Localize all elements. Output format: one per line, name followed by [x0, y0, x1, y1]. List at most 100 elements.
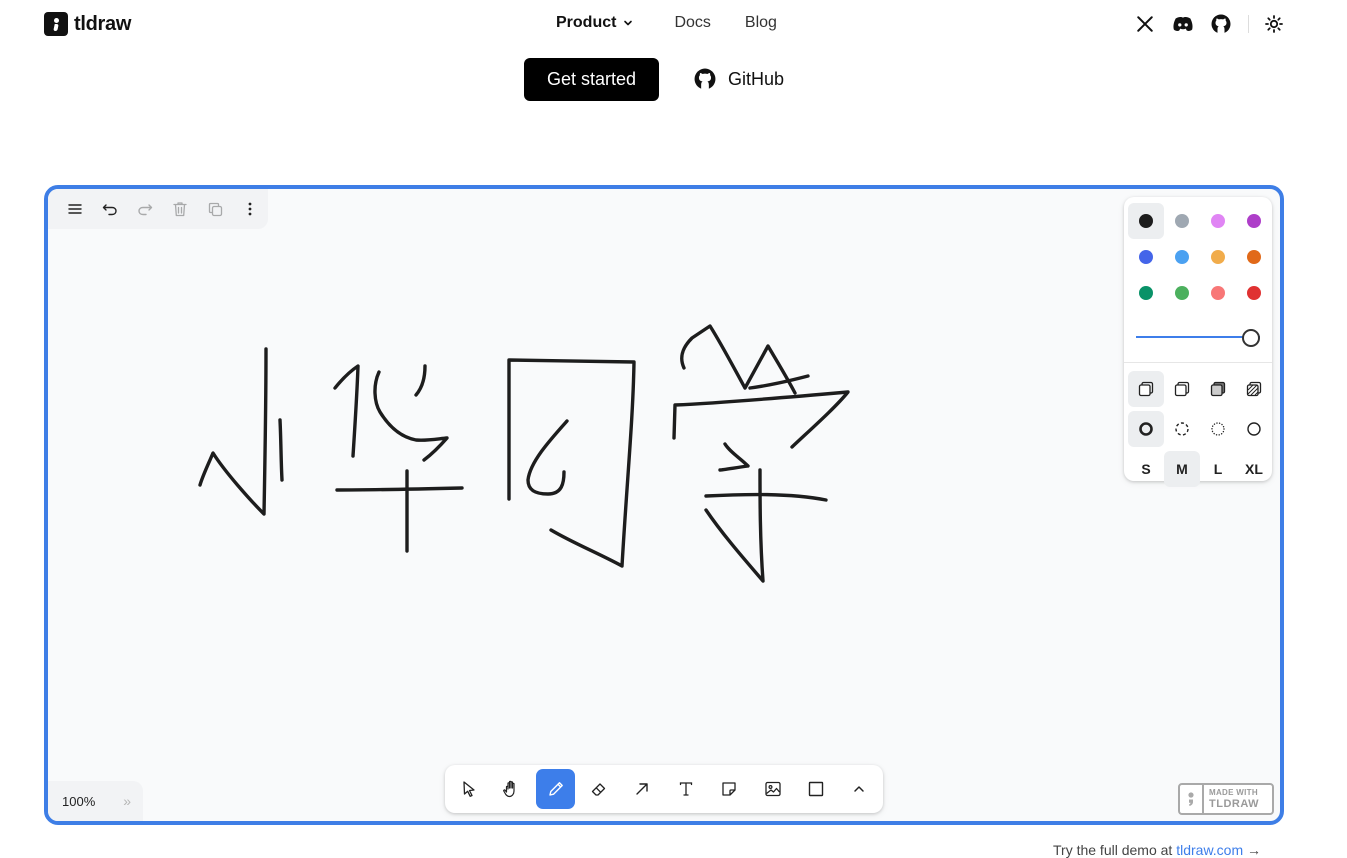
color-swatch[interactable] — [1200, 203, 1236, 239]
color-dot — [1175, 250, 1189, 264]
tldraw-logo-icon — [1180, 785, 1204, 813]
eraser-tool[interactable] — [579, 769, 618, 809]
arrow-tool[interactable] — [623, 769, 662, 809]
nav-links: Product Docs Blog — [556, 14, 777, 32]
fill-pattern-icon[interactable] — [1236, 371, 1272, 407]
redo-icon[interactable] — [127, 191, 162, 227]
nav-docs-link[interactable]: Docs — [674, 14, 710, 32]
color-swatch[interactable] — [1164, 203, 1200, 239]
footer-text-prefix: Try the full demo at — [1053, 842, 1173, 858]
discord-icon[interactable] — [1172, 13, 1194, 35]
badge-line1: MADE WITH — [1209, 787, 1258, 797]
note-tool[interactable] — [709, 769, 748, 809]
stroke — [704, 492, 828, 502]
get-started-button[interactable]: Get started — [524, 58, 659, 101]
size-option-xl[interactable]: XL — [1236, 451, 1272, 487]
opacity-slider-thumb[interactable] — [1242, 329, 1260, 347]
color-swatch[interactable] — [1128, 275, 1164, 311]
size-option-s[interactable]: S — [1128, 451, 1164, 487]
dash-dashed-icon[interactable] — [1164, 411, 1200, 447]
duplicate-icon[interactable] — [198, 191, 233, 227]
color-swatch[interactable] — [1236, 275, 1272, 311]
image-icon — [764, 781, 781, 797]
color-dot — [1139, 214, 1153, 228]
badge-text: MADE WITH TLDRAW — [1204, 787, 1259, 810]
stroke — [704, 468, 765, 583]
color-swatch[interactable] — [1164, 275, 1200, 311]
stroke — [748, 374, 810, 390]
fill-none-icon[interactable] — [1128, 371, 1164, 407]
hand-tool[interactable] — [492, 769, 531, 809]
stroke — [373, 370, 449, 462]
style-panel-divider — [1124, 362, 1272, 363]
zoom-menu[interactable]: 100% » — [48, 781, 143, 821]
dash-solid-icon[interactable] — [1236, 411, 1272, 447]
opacity-slider[interactable] — [1136, 329, 1260, 347]
fill-semi-icon[interactable] — [1164, 371, 1200, 407]
color-swatch[interactable] — [1128, 203, 1164, 239]
color-dot — [1247, 214, 1261, 228]
logo[interactable]: tldraw — [44, 12, 131, 36]
footer-demo-link[interactable]: tldraw.com — [1176, 842, 1243, 858]
image-tool[interactable] — [753, 769, 792, 809]
tldraw-editor[interactable]: S M L XL 100% » MADE WITH TLDRAW — [44, 185, 1284, 825]
stroke — [672, 390, 850, 449]
hand-icon — [503, 780, 515, 798]
color-dot — [1247, 286, 1261, 300]
github-button[interactable]: GitHub — [694, 66, 784, 92]
theme-toggle-icon[interactable] — [1263, 13, 1285, 35]
color-swatch[interactable] — [1200, 275, 1236, 311]
size-option-l[interactable]: L — [1200, 451, 1236, 487]
logo-text: tldraw — [74, 12, 132, 35]
stroke — [335, 486, 464, 492]
color-swatch[interactable] — [1236, 203, 1272, 239]
size-option-m[interactable]: M — [1164, 451, 1200, 487]
undo-icon[interactable] — [92, 191, 127, 227]
nav-divider — [1248, 15, 1249, 33]
arrow-icon — [636, 783, 649, 795]
color-dot — [1139, 286, 1153, 300]
more-icon[interactable] — [233, 191, 268, 227]
nav-blog-link[interactable]: Blog — [745, 14, 777, 32]
stroke — [414, 364, 427, 397]
footer-arrow: → — [1247, 842, 1262, 858]
rectangle-tool[interactable] — [796, 769, 835, 809]
color-swatches — [1128, 203, 1272, 311]
nav-product-label: Product — [556, 14, 617, 31]
sticky-note-icon — [722, 782, 736, 796]
color-swatch[interactable] — [1236, 239, 1272, 275]
zoom-level: 100% — [62, 793, 96, 809]
stroke — [718, 442, 750, 472]
fill-options — [1128, 371, 1272, 407]
drawing-canvas[interactable] — [44, 185, 1284, 825]
dash-dotted-icon[interactable] — [1200, 411, 1236, 447]
size-options: S M L XL — [1128, 451, 1272, 487]
stroke — [278, 418, 284, 482]
color-dot — [1211, 286, 1225, 300]
color-dot — [1247, 250, 1261, 264]
main-menu-bar — [48, 189, 268, 229]
toggle-minimap-icon[interactable]: » — [123, 793, 131, 809]
text-tool[interactable] — [666, 769, 705, 809]
chevron-down-icon — [624, 20, 633, 26]
color-swatch[interactable] — [1164, 239, 1200, 275]
color-swatch[interactable] — [1200, 239, 1236, 275]
chevron-up-icon — [854, 786, 865, 792]
made-with-tldraw-badge[interactable]: MADE WITH TLDRAW — [1178, 783, 1274, 815]
nav-product-menu[interactable]: Product — [556, 14, 634, 32]
stroke — [526, 419, 569, 496]
stroke — [333, 364, 360, 458]
dash-draw-icon[interactable] — [1128, 411, 1164, 447]
x-icon[interactable] — [1134, 13, 1156, 35]
github-icon[interactable] — [1210, 13, 1232, 35]
tool-toolbar — [445, 765, 883, 813]
select-tool[interactable] — [449, 769, 488, 809]
github-icon — [694, 68, 716, 90]
cursor-icon — [463, 781, 475, 797]
fill-solid-icon[interactable] — [1200, 371, 1236, 407]
menu-icon[interactable] — [57, 191, 92, 227]
color-swatch[interactable] — [1128, 239, 1164, 275]
trash-icon[interactable] — [163, 191, 198, 227]
more-tools[interactable] — [840, 769, 879, 809]
draw-tool[interactable] — [535, 769, 576, 809]
